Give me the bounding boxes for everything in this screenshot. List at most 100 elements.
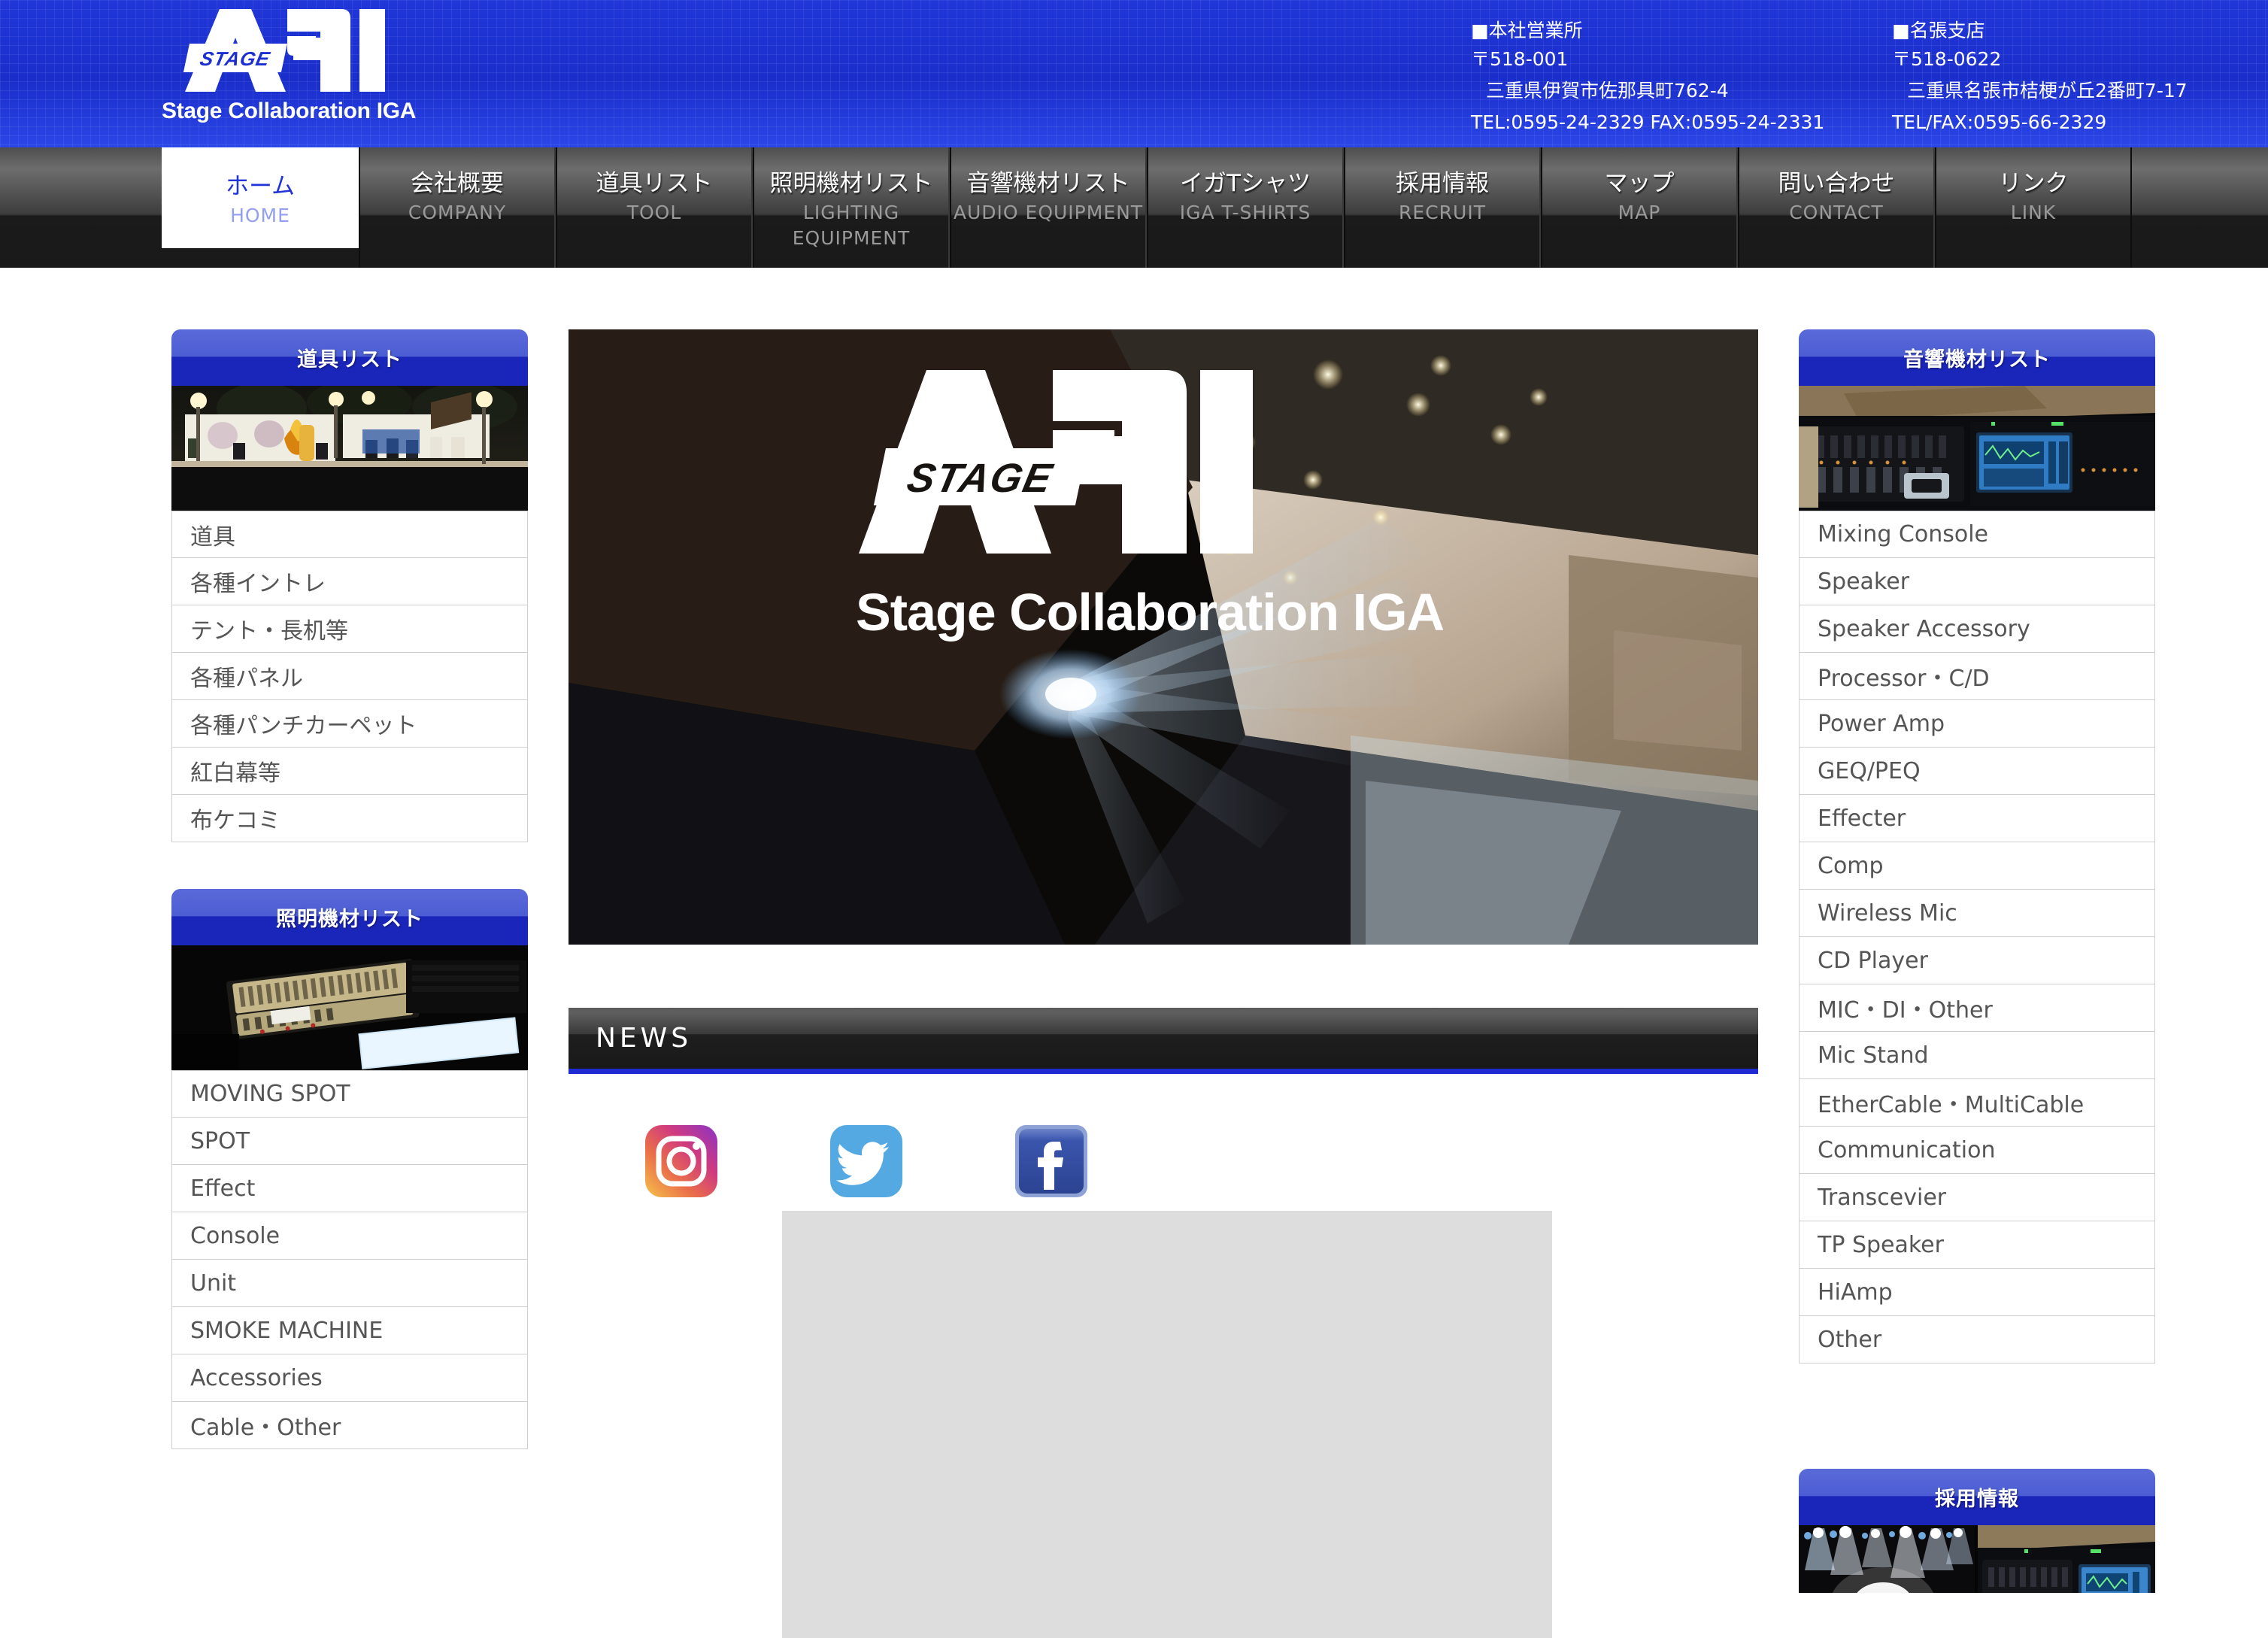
logo-tagline: Stage Collaboration IGA <box>162 99 417 123</box>
office-main: ■本社営業所 〒518-001 三重県伊賀市佐那具町762-4 TEL:0595… <box>1471 18 1892 138</box>
nav-item-tshirts-jp: イガTシャツ <box>1180 170 1311 197</box>
list-item[interactable]: Effecter <box>1799 795 2155 842</box>
list-item[interactable]: SPOT <box>171 1118 528 1165</box>
main-content: STAGE Stage Collaboration IGA NEWS <box>569 329 1758 1638</box>
nav-item-home-jp: ホーム <box>225 173 296 200</box>
nav-item-map[interactable]: マップ MAP <box>1541 147 1738 268</box>
svg-text:STAGE: STAGE <box>903 456 1057 501</box>
hero-banner[interactable]: STAGE Stage Collaboration IGA <box>569 329 1758 945</box>
nav-item-link[interactable]: リンク LINK <box>1935 147 2132 268</box>
list-item[interactable]: Mic Stand <box>1799 1032 2155 1079</box>
panel-lighting-list-photo[interactable] <box>171 945 528 1070</box>
lighting-list: MOVING SPOT SPOT Effect Console Unit SMO… <box>171 1070 528 1449</box>
nav-item-link-en: LINK <box>2010 202 2057 223</box>
nav-item-lighting[interactable]: 照明機材リスト LIGHTING EQUIPMENT <box>753 147 950 268</box>
list-item[interactable]: 紅白幕等 <box>171 748 528 795</box>
nav-item-company-jp: 会社概要 <box>411 170 504 197</box>
site-logo[interactable]: STAGE Stage Collaboration IGA <box>162 5 417 143</box>
nav-item-lighting-jp: 照明機材リスト <box>769 170 933 197</box>
list-item[interactable]: CD Player <box>1799 937 2155 984</box>
header-contact-info: ■本社営業所 〒518-001 三重県伊賀市佐那具町762-4 TEL:0595… <box>1471 18 2245 138</box>
list-item[interactable]: Console <box>171 1212 528 1260</box>
nav-item-lighting-en: LIGHTING EQUIPMENT <box>792 202 911 249</box>
list-item[interactable]: Effect <box>171 1165 528 1212</box>
list-item[interactable]: Wireless Mic <box>1799 890 2155 937</box>
list-item[interactable]: テント・長机等 <box>171 605 528 653</box>
panel-audio-list: 音響機材リスト Mixing Console Speaker Speaker A… <box>1799 329 2155 1363</box>
nav-item-recruit-en: RECRUIT <box>1399 202 1486 223</box>
list-item[interactable]: TP Speaker <box>1799 1221 2155 1269</box>
main-navigation: ホーム HOME 会社概要 COMPANY 道具リスト TOOL 照明機材リスト… <box>0 147 2268 268</box>
list-item[interactable]: Transcevier <box>1799 1174 2155 1221</box>
list-item[interactable]: 道具 <box>171 511 528 558</box>
content-grid: 道具リスト 道具 各種イントレ テント・長机等 各種パネル 各種パンチカーペット… <box>171 329 2155 1638</box>
office-main-phone: TEL:0595-24-2329 FAX:0595-24-2331 <box>1471 111 1825 133</box>
nav-item-tshirts[interactable]: イガTシャツ IGA T-SHIRTS <box>1147 147 1344 268</box>
office-branch: ■名張支店 〒518-0622 三重県名張市桔梗が丘2番町7-17 TEL/FA… <box>1892 18 2245 138</box>
nav-item-tool[interactable]: 道具リスト TOOL <box>556 147 753 268</box>
office-branch-postal: 〒518-0622 <box>1892 48 2002 70</box>
list-item[interactable]: Cable・Other <box>171 1402 528 1449</box>
list-item[interactable]: 各種パネル <box>171 653 528 700</box>
news-header-bar: NEWS <box>569 1008 1758 1074</box>
list-item[interactable]: Unit <box>171 1260 528 1307</box>
nav-item-contact-en: CONTACT <box>1789 202 1884 223</box>
list-item[interactable]: MOVING SPOT <box>171 1070 528 1118</box>
list-item[interactable]: GEQ/PEQ <box>1799 748 2155 795</box>
list-item[interactable]: Power Amp <box>1799 700 2155 748</box>
panel-tool-list-title: 道具リスト <box>171 329 528 386</box>
list-item[interactable]: MIC・DI・Other <box>1799 984 2155 1032</box>
nav-item-link-jp: リンク <box>1998 170 2069 197</box>
panel-tool-list-photo[interactable] <box>171 386 528 511</box>
nav-item-audio[interactable]: 音響機材リスト AUDIO EQUIPMENT <box>950 147 1147 268</box>
nav-item-tool-en: TOOL <box>626 202 682 223</box>
office-branch-address: 三重県名張市桔梗が丘2番町7-17 <box>1907 80 2188 102</box>
list-item[interactable]: Other <box>1799 1316 2155 1363</box>
tool-list: 道具 各種イントレ テント・長机等 各種パネル 各種パンチカーペット 紅白幕等 … <box>171 511 528 842</box>
list-item[interactable]: Speaker Accessory <box>1799 605 2155 653</box>
panel-tool-list: 道具リスト 道具 各種イントレ テント・長机等 各種パネル 各種パンチカーペット… <box>171 329 528 842</box>
panel-lighting-list: 照明機材リスト MOVING SPOT SPOT Effect Console … <box>171 889 528 1449</box>
facebook-icon[interactable] <box>1014 1124 1089 1199</box>
list-item[interactable]: Accessories <box>171 1354 528 1402</box>
social-feed-embed[interactable] <box>782 1211 1552 1638</box>
list-item[interactable]: Communication <box>1799 1127 2155 1174</box>
list-item[interactable]: 各種パンチカーペット <box>171 700 528 748</box>
office-main-name: ■本社営業所 <box>1471 20 1583 41</box>
panel-recruit: 採用情報 <box>1799 1469 2155 1593</box>
nav-item-company[interactable]: 会社概要 COMPANY <box>359 147 556 268</box>
list-item[interactable]: Mixing Console <box>1799 511 2155 558</box>
panel-audio-list-title: 音響機材リスト <box>1799 329 2155 386</box>
list-item[interactable]: Processor・C/D <box>1799 653 2155 700</box>
panel-recruit-title: 採用情報 <box>1799 1469 2155 1525</box>
list-item[interactable]: Comp <box>1799 842 2155 890</box>
site-header: STAGE Stage Collaboration IGA ■本社営業所 〒51… <box>0 0 2268 147</box>
instagram-icon[interactable] <box>644 1124 719 1199</box>
panel-recruit-photo[interactable] <box>1799 1525 2155 1593</box>
nav-item-home[interactable]: ホーム HOME <box>162 147 359 248</box>
nav-left-spacer <box>0 147 162 268</box>
list-item[interactable]: HiAmp <box>1799 1269 2155 1316</box>
nav-item-recruit[interactable]: 採用情報 RECRUIT <box>1344 147 1541 268</box>
office-main-address: 三重県伊賀市佐那具町762-4 <box>1486 80 1729 102</box>
panel-lighting-list-title: 照明機材リスト <box>171 889 528 945</box>
nav-item-map-jp: マップ <box>1604 170 1675 197</box>
nav-item-audio-en: AUDIO EQUIPMENT <box>953 202 1144 223</box>
list-item[interactable]: 布ケコミ <box>171 795 528 842</box>
nav-item-contact-jp: 問い合わせ <box>1778 170 1895 197</box>
office-branch-name: ■名張支店 <box>1892 20 1985 41</box>
twitter-icon[interactable] <box>829 1124 904 1199</box>
nav-item-tshirts-en: IGA T-SHIRTS <box>1179 202 1311 223</box>
list-item[interactable]: Speaker <box>1799 558 2155 605</box>
nav-item-contact[interactable]: 問い合わせ CONTACT <box>1738 147 1935 268</box>
nav-item-map-en: MAP <box>1618 202 1661 223</box>
office-branch-phone: TEL/FAX:0595-66-2329 <box>1892 111 2107 133</box>
list-item[interactable]: EtherCable・MultiCable <box>1799 1079 2155 1127</box>
list-item[interactable]: 各種イントレ <box>171 558 528 605</box>
panel-audio-list-photo[interactable] <box>1799 386 2155 511</box>
nav-item-company-en: COMPANY <box>408 202 507 223</box>
nav-item-recruit-jp: 採用情報 <box>1396 170 1489 197</box>
svg-text:STAGE: STAGE <box>198 47 272 70</box>
audio-list: Mixing Console Speaker Speaker Accessory… <box>1799 511 2155 1363</box>
list-item[interactable]: SMOKE MACHINE <box>171 1307 528 1354</box>
